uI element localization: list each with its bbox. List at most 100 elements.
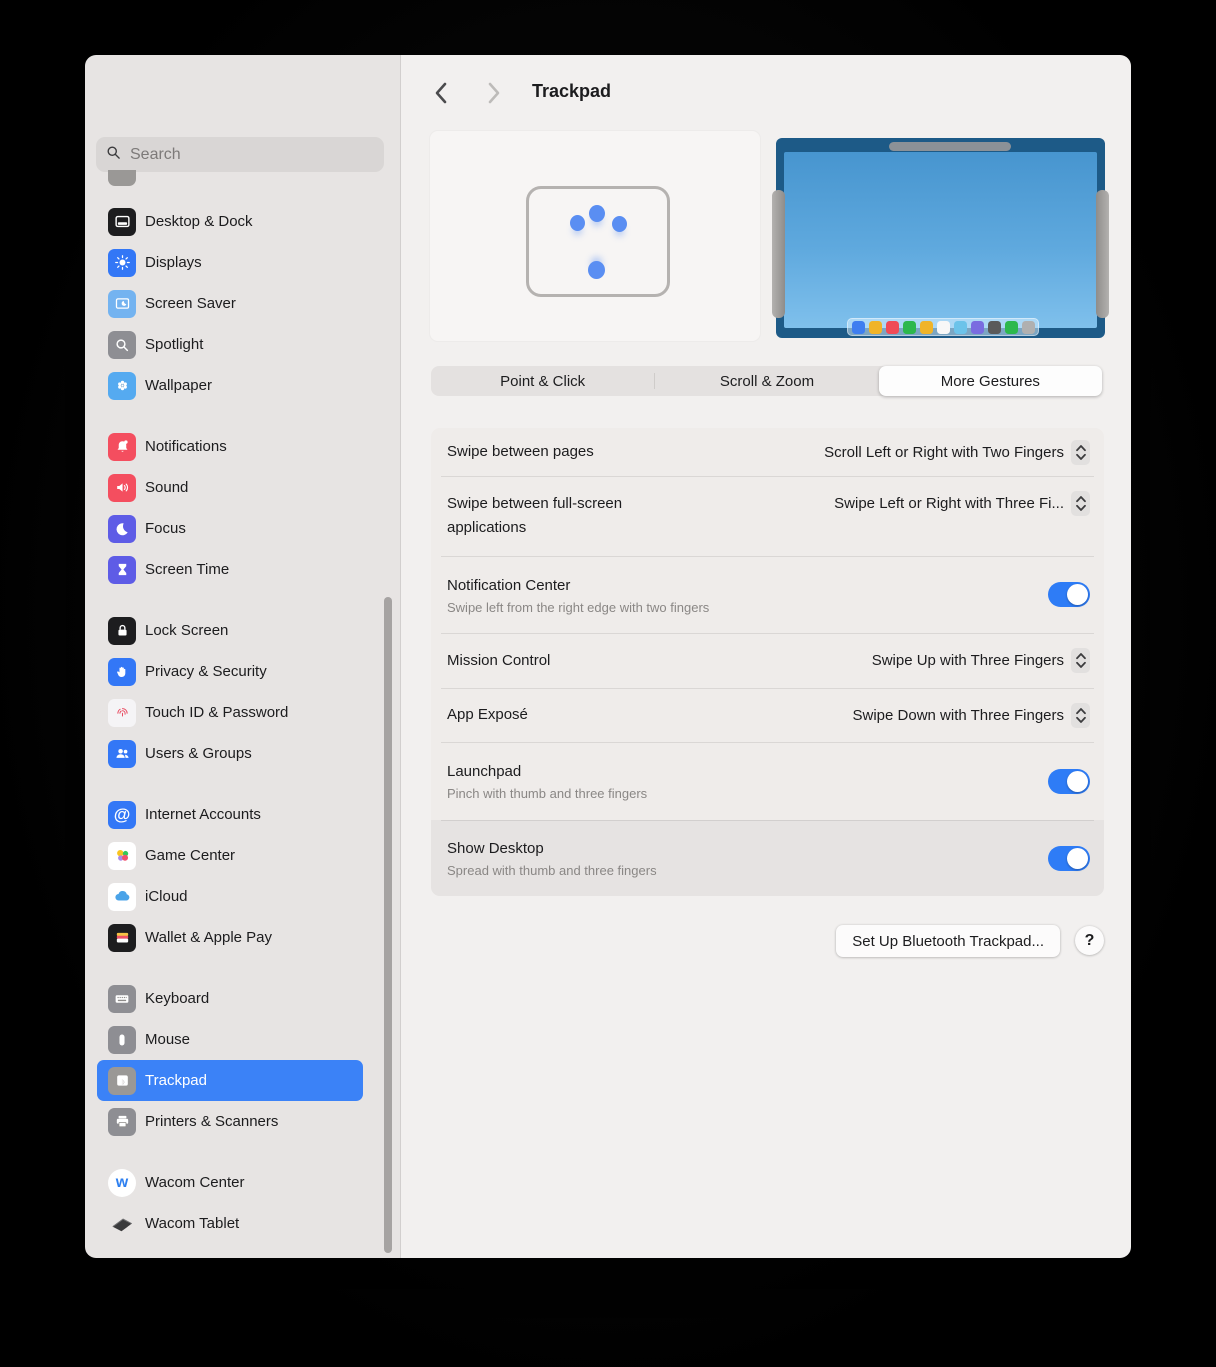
fingerprint-icon — [108, 698, 136, 727]
dropdown-value[interactable]: Swipe Down with Three Fingers — [853, 707, 1064, 724]
setup-bluetooth-trackpad-button[interactable]: Set Up Bluetooth Trackpad... — [836, 925, 1060, 957]
sidebar-group: Lock Screen Privacy & Security Touch ID & … — [97, 610, 363, 774]
search-icon — [106, 145, 121, 165]
dropdown-value[interactable]: Swipe Left or Right with Three Fi... — [834, 495, 1064, 512]
tab-more-gestures[interactable]: More Gestures — [878, 366, 1102, 396]
dropdown-chevrons-icon[interactable] — [1071, 648, 1090, 673]
bell-icon — [108, 432, 136, 461]
display-dock — [847, 318, 1039, 336]
sidebar-item-label: Printers & Scanners — [145, 1113, 279, 1130]
speaker-icon — [108, 473, 136, 502]
toggle-launchpad[interactable] — [1048, 768, 1090, 794]
dropdown-value[interactable]: Swipe Up with Three Fingers — [872, 652, 1064, 669]
sidebar-item-keyboard[interactable]: Keyboard — [97, 978, 363, 1019]
setting-label: App Exposé — [447, 706, 528, 723]
sidebar-group: w Wacom Center Wacom Tablet — [97, 1162, 363, 1244]
sidebar-item-wacom-center[interactable]: w Wacom Center — [97, 1162, 363, 1203]
setting-label: Swipe between pages — [447, 443, 594, 460]
sidebar-item-displays[interactable]: Displays — [97, 242, 363, 283]
search-field[interactable] — [96, 137, 384, 172]
gesture-illustration-panel — [429, 130, 761, 342]
sidebar-item-touch-id-password[interactable]: Touch ID & Password — [97, 692, 363, 733]
setting-subtitle: Pinch with thumb and three fingers — [447, 786, 648, 801]
hourglass-icon — [108, 555, 136, 584]
toggle-knob — [1067, 847, 1088, 869]
picture-moon-icon — [108, 289, 136, 318]
sidebar-item-game-center[interactable]: Game Center — [97, 835, 363, 876]
sidebar-item-label: Lock Screen — [145, 622, 229, 639]
tablet-icon — [108, 1210, 136, 1238]
w-letter-icon: w — [108, 1168, 136, 1197]
tab-scroll-zoom[interactable]: Scroll & Zoom — [655, 366, 878, 396]
sidebar-item-screen-time[interactable]: Screen Time — [97, 549, 363, 590]
sidebar-item-trackpad[interactable]: Trackpad — [97, 1060, 363, 1101]
setting-row-launchpad: Launchpad Pinch with thumb and three fing… — [431, 742, 1104, 820]
sidebar-item-label: Trackpad — [145, 1072, 207, 1089]
sidebar-item-label: Wallpaper — [145, 377, 212, 394]
forward-button[interactable] — [487, 82, 501, 109]
sidebar-item-label: Keyboard — [145, 990, 210, 1007]
sidebar-item-screen-saver[interactable]: Screen Saver — [97, 283, 363, 324]
dock-app-icon — [851, 320, 865, 334]
gamecenter-icon — [108, 841, 136, 870]
gesture-dot — [589, 205, 605, 222]
dock-app-icon — [970, 320, 984, 334]
wallet-icon — [108, 923, 136, 952]
sidebar-item-lock-screen[interactable]: Lock Screen — [97, 610, 363, 651]
sidebar-item-wallet-apple-pay[interactable]: Wallet & Apple Pay — [97, 917, 363, 958]
sidebar-item-label: Displays — [145, 254, 202, 271]
search-input[interactable] — [128, 144, 374, 165]
setting-label: Swipe between full-screen applications — [447, 495, 623, 536]
back-button[interactable] — [434, 82, 448, 109]
settings-card: Swipe between pages Scroll Left or Right … — [431, 428, 1104, 896]
dropdown-value[interactable]: Scroll Left or Right with Two Fingers — [824, 444, 1064, 461]
toggle-show-desktop[interactable] — [1048, 845, 1090, 871]
toggle-knob — [1067, 770, 1088, 792]
dock-app-icon — [1004, 320, 1018, 334]
sidebar-item-users-groups[interactable]: Users & Groups — [97, 733, 363, 774]
sidebar-item-icloud[interactable]: iCloud — [97, 876, 363, 917]
sidebar-item-sound[interactable]: Sound — [97, 467, 363, 508]
dock-app-icon — [902, 320, 916, 334]
sidebar-item-wallpaper[interactable]: Wallpaper — [97, 365, 363, 406]
sidebar-item-wacom-tablet[interactable]: Wacom Tablet — [97, 1203, 363, 1244]
setting-subtitle: Spread with thumb and three fingers — [447, 863, 657, 878]
moon-icon — [108, 514, 136, 543]
toggle-notification-center[interactable] — [1048, 582, 1090, 607]
tab-point-click[interactable]: Point & Click — [431, 366, 654, 396]
sidebar-group: Keyboard Mouse Trackpad Printers & Scanners — [97, 978, 363, 1142]
setting-label: Show Desktop — [447, 840, 544, 857]
dock-app-icon — [868, 320, 882, 334]
setting-row-notification-center: Notification Center Swipe left from the r… — [431, 556, 1104, 633]
sidebar-item-mouse[interactable]: Mouse — [97, 1019, 363, 1060]
sidebar-item-label: Wacom Tablet — [145, 1215, 240, 1232]
sidebar-item-notifications[interactable]: Notifications — [97, 426, 363, 467]
sidebar-item-spotlight[interactable]: Spotlight — [97, 324, 363, 365]
sidebar-item-label: Mouse — [145, 1031, 191, 1048]
sidebar-item-label: Desktop & Dock — [145, 213, 253, 230]
sidebar-item-label: Touch ID & Password — [145, 704, 289, 721]
main-pane: Trackpad Point & Click Scroll & Zoom More … — [401, 55, 1131, 1258]
sidebar-item-label: Wacom Center — [145, 1174, 245, 1191]
sidebar-item-printers-scanners[interactable]: Printers & Scanners — [97, 1101, 363, 1142]
setting-label: Mission Control — [447, 651, 551, 669]
dock-app-icon — [953, 320, 967, 334]
sidebar-group: Desktop & Dock Displays Screen Saver Spotli… — [97, 201, 363, 406]
printer-icon — [108, 1107, 136, 1136]
sidebar-item-privacy-security[interactable]: Privacy & Security — [97, 651, 363, 692]
sidebar-item-desktop-dock[interactable]: Desktop & Dock — [97, 201, 363, 242]
help-button[interactable]: ? — [1075, 926, 1104, 955]
people-icon — [108, 739, 136, 768]
sidebar-item-internet-accounts[interactable]: @ Internet Accounts — [97, 794, 363, 835]
sidebar-item-focus[interactable]: Focus — [97, 508, 363, 549]
trackpad-outline — [526, 186, 670, 297]
dropdown-chevrons-icon[interactable] — [1071, 491, 1090, 516]
dropdown-chevrons-icon[interactable] — [1071, 439, 1090, 465]
window-icon — [108, 207, 136, 236]
dropdown-chevrons-icon[interactable] — [1071, 702, 1090, 728]
sidebar-item-label: Internet Accounts — [145, 806, 261, 823]
setting-row-swipe-between-full-screen-applications: Swipe between full-screen applications Sw… — [431, 476, 1104, 556]
sidebar-item-label: Notifications — [145, 438, 227, 455]
sidebar-scrollbar[interactable] — [384, 597, 392, 1253]
sidebar-item-label: iCloud — [145, 888, 188, 905]
